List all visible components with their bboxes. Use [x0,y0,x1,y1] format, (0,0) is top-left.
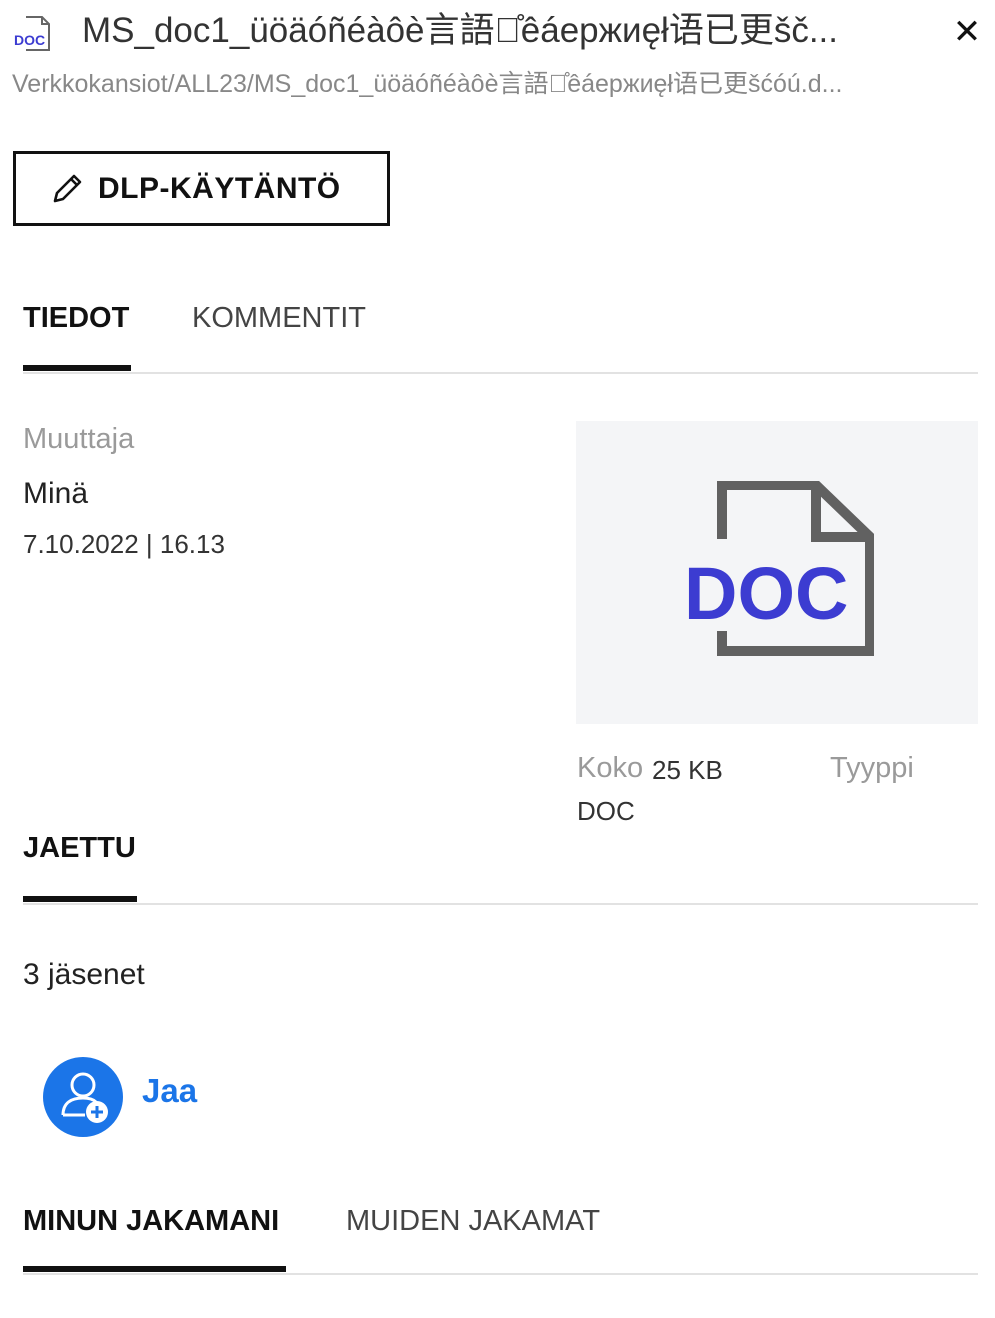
share-tabs-divider [23,1273,978,1275]
file-path-breadcrumb: Verkkokansiot/ALL23/MS_doc1_üöäóñéàôè言語が… [12,70,843,98]
dlp-policy-button[interactable]: DLP-KÄYTÄNTÖ [13,151,390,226]
modified-by-label: Muuttaja [23,423,135,455]
share-link[interactable]: Jaa [142,1072,197,1110]
tab-shared-by-others[interactable]: MUIDEN JAKAMAT [346,1201,600,1241]
file-preview: DOC [576,421,978,724]
shared-divider [23,903,978,905]
share-button[interactable] [43,1057,123,1137]
type-label: Tyyppi [830,752,914,784]
tab-details[interactable]: TIEDOT [23,298,129,338]
shared-section-title: JAETTU [23,832,136,864]
doc-file-preview-icon: DOC [684,481,874,656]
members-count: 3 jäsenet [23,958,145,991]
tab-comments[interactable]: KOMMENTIT [192,298,366,338]
svg-text:DOC: DOC [14,32,45,48]
active-tab-indicator [23,365,131,371]
shared-title-underline [23,896,137,902]
tab-shared-by-me[interactable]: MINUN JAKAMANI [23,1201,279,1241]
dlp-policy-label: DLP-KÄYTÄNTÖ [98,171,341,205]
modified-at-value: 7.10.2022 | 16.13 [23,529,225,559]
file-title: MS_doc1_üöäóñéàôè言語が̊êáержиęł语已更šč... [82,11,839,50]
doc-file-icon: DOC [12,14,54,54]
add-user-icon [61,1072,108,1123]
pencil-icon [53,174,82,202]
share-active-tab-indicator [23,1266,286,1272]
close-icon[interactable]: ✕ [947,12,987,52]
modified-by-value: Minä [23,477,89,510]
size-value: 25 KB [652,755,723,785]
tabs-divider [23,372,978,374]
svg-text:DOC: DOC [684,552,848,635]
type-value: DOC [577,796,635,826]
size-label: Koko [577,752,644,784]
